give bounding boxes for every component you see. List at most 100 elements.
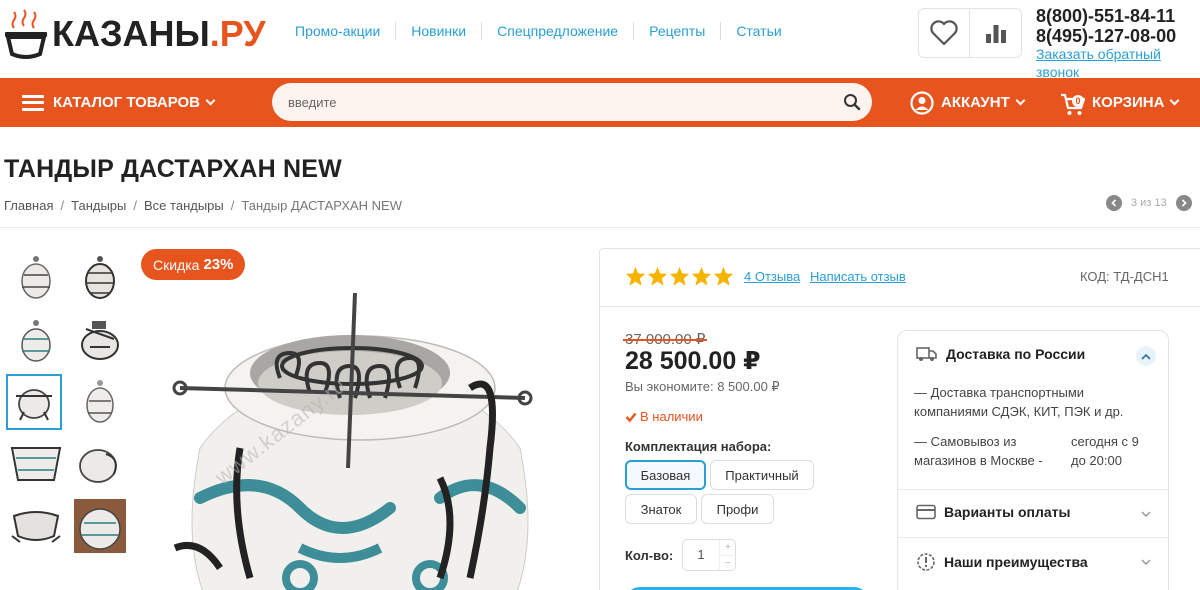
kit-option-basic[interactable]: Базовая (625, 460, 706, 490)
chevron-left-icon (1111, 199, 1117, 207)
quantity-plus-button[interactable]: + (719, 540, 736, 555)
reviews-link[interactable]: 4 Отзыва (744, 269, 800, 284)
cart-button[interactable]: 0 КОРЗИНА (1060, 78, 1180, 127)
chevron-down-icon (1170, 95, 1180, 106)
wishlist-button[interactable] (919, 9, 971, 57)
advantages-section: Наши преимущества (898, 538, 1168, 586)
tandyr-thumbnail-image (16, 389, 52, 421)
thumbnail-6[interactable] (72, 374, 128, 430)
account-menu-button[interactable]: АККАУНТ (910, 78, 1026, 127)
account-label: АККАУНТ (941, 94, 1010, 111)
breadcrumb-current: Тандыр ДАСТАРХАН NEW (241, 198, 402, 213)
info-accordion: Доставка по России — Доставка транспортн… (897, 330, 1169, 590)
prev-product-button[interactable] (1106, 195, 1122, 211)
chevron-up-icon (1141, 353, 1151, 360)
breadcrumb: Главная / Тандыры / Все тандыры / Тандыр ДА… (4, 198, 402, 213)
expand-toggle[interactable] (1136, 504, 1156, 524)
kazan-logo-icon (5, 9, 47, 59)
top-navigation: Промо-акции Новинки Спецпредложение Реце… (280, 22, 797, 40)
chevron-down-icon (1141, 558, 1151, 565)
tandyr-thumbnail-image (21, 256, 51, 299)
breadcrumb-home[interactable]: Главная (4, 198, 53, 213)
product-code: КОД: ТД-ДСН1 (1080, 269, 1169, 284)
expand-toggle[interactable] (1136, 552, 1156, 572)
star-icon (647, 266, 668, 286)
chevron-down-icon (205, 95, 216, 106)
tandyr-thumbnail-image (11, 511, 61, 543)
write-review-link[interactable]: Написать отзыв (810, 269, 906, 284)
nav-articles[interactable]: Статьи (721, 22, 796, 40)
bar-chart-icon (985, 25, 1006, 43)
nav-promo[interactable]: Промо-акции (280, 22, 397, 40)
thumbnail-9[interactable] (8, 498, 64, 554)
product-pager: 3 из 13 (1106, 195, 1192, 211)
thumbnail-2[interactable] (72, 250, 128, 306)
star-icon (691, 266, 712, 286)
phone-number-1[interactable]: 8(800)-551-84-11 (1036, 6, 1200, 26)
hamburger-icon (22, 94, 44, 111)
tandyr-thumbnail-image (81, 321, 119, 360)
site-header: КАЗАНЫ.РУ Промо-акции Новинки Спецпредло… (0, 0, 1200, 80)
pickup-text: — Самовывоз из магазинов в Москве - (914, 434, 1043, 468)
search-input[interactable] (272, 83, 812, 121)
delivery-section: Доставка по России — Доставка транспортн… (898, 331, 1168, 490)
thumbnail-5[interactable] (6, 374, 62, 430)
payment-header[interactable]: Варианты оплаты (916, 504, 1071, 520)
advantages-header[interactable]: Наши преимущества (916, 552, 1088, 572)
collapse-toggle[interactable] (1136, 346, 1156, 366)
delivery-header[interactable]: Доставка по России (916, 346, 1085, 362)
savings-text: Вы экономите: 8 500.00 ₽ (625, 379, 780, 394)
star-icon (713, 266, 734, 286)
catalog-menu-button[interactable]: КАТАЛОГ ТОВАРОВ (22, 78, 216, 127)
rating-stars (625, 266, 735, 286)
kit-label: Комплектация набора: (625, 439, 772, 454)
chevron-right-icon (1181, 199, 1187, 207)
nav-special-offer[interactable]: Спецпредложение (482, 22, 635, 40)
pickup-hours: сегодня с 9 до 20:00 (1071, 434, 1139, 468)
callback-link[interactable]: Заказать обратный звонок (1036, 46, 1161, 80)
compare-button[interactable] (970, 9, 1021, 57)
thumbnail-3[interactable] (8, 312, 64, 368)
quantity-stepper: 1 + − (682, 539, 736, 571)
nav-recipes[interactable]: Рецепты (634, 22, 722, 40)
discount-value: 23% (203, 256, 234, 273)
payment-title: Варианты оплаты (944, 504, 1071, 520)
quantity-label: Кол-во: (625, 548, 674, 563)
thumbnail-8[interactable] (72, 436, 128, 492)
discount-badge: Скидка 23% (141, 249, 246, 280)
kit-option-expert[interactable]: Знаток (625, 494, 697, 524)
delivery-text: — Доставка транспортными компаниями СДЭК… (914, 385, 1124, 419)
nav-new[interactable]: Новинки (396, 22, 483, 40)
page-title: ТАНДЫР ДАСТАРХАН NEW (4, 155, 342, 183)
quantity-input[interactable]: 1 (683, 540, 719, 570)
breadcrumb-all-tandyry[interactable]: Все тандыры (144, 198, 224, 213)
tandyr-thumbnail-image (74, 499, 126, 553)
cart-label: КОРЗИНА (1092, 94, 1165, 111)
tandyr-product-image (172, 292, 533, 590)
rating-row: 4 Отзыва Написать отзыв КОД: ТД-ДСН1 (600, 249, 1200, 307)
user-icon (910, 90, 934, 115)
thumbnail-10[interactable] (72, 498, 128, 554)
thumbnail-4[interactable] (72, 312, 128, 368)
quantity-minus-button[interactable]: − (719, 555, 736, 570)
next-product-button[interactable] (1175, 195, 1192, 211)
tandyr-thumbnail-image (86, 380, 114, 423)
stock-status: В наличии (625, 409, 703, 424)
chevron-down-icon (1015, 95, 1026, 106)
cart-icon-wrap: 0 (1060, 88, 1088, 118)
thumbnail-7[interactable] (8, 436, 64, 492)
star-icon (625, 266, 646, 286)
search-icon[interactable] (842, 92, 862, 112)
logo[interactable]: КАЗАНЫ.РУ (4, 8, 266, 60)
tandyr-thumbnail-image (21, 320, 51, 362)
thumbnail-1[interactable] (8, 250, 64, 306)
kit-option-practical[interactable]: Практичный (710, 460, 814, 490)
phone-number-2[interactable]: 8(495)-127-08-00 (1036, 26, 1200, 46)
logo-text: КАЗАНЫ.РУ (52, 13, 266, 54)
kit-option-pro[interactable]: Профи (701, 494, 774, 524)
product-main-image[interactable] (140, 248, 580, 590)
breadcrumb-tandyry[interactable]: Тандыры (71, 198, 126, 213)
contact-block: 8(800)-551-84-11 8(495)-127-08-00 Заказа… (1036, 6, 1200, 82)
advantages-title: Наши преимущества (944, 554, 1088, 570)
payment-section: Варианты оплаты (898, 490, 1168, 538)
